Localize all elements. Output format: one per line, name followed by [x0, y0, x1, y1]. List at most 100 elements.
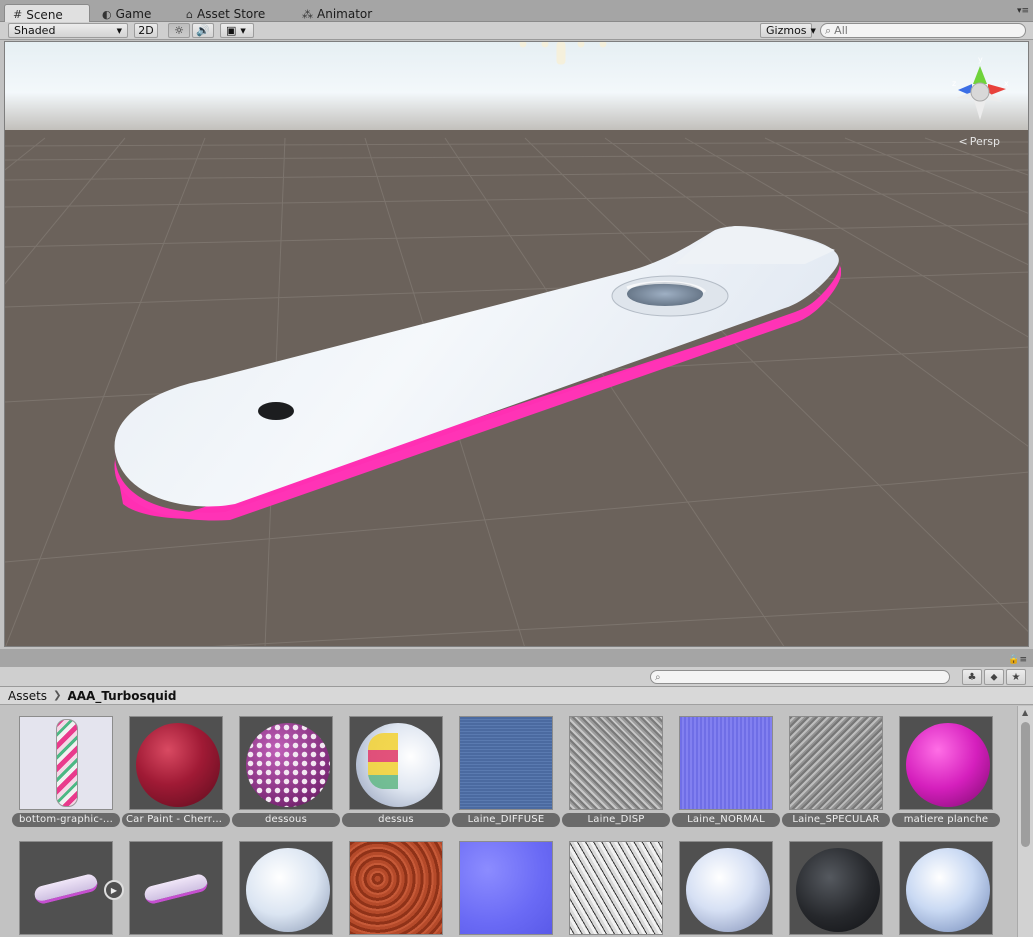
- pacman-icon: ◐: [102, 7, 112, 21]
- project-search-input[interactable]: ⌕: [650, 670, 950, 684]
- speaker-icon: 🔊: [196, 24, 210, 37]
- filter-by-type-button[interactable]: ♣: [962, 669, 982, 685]
- sun-icon: ☼: [174, 24, 184, 37]
- asset-label: Laine_DISP: [562, 813, 670, 827]
- asset-tile[interactable]: [782, 841, 890, 935]
- tab-asset-store-label: Asset Store: [196, 7, 266, 21]
- axis-y-label: y: [978, 55, 983, 64]
- chevron-down-icon: ▼: [240, 26, 246, 35]
- asset-tile[interactable]: dessous: [232, 716, 340, 827]
- asset-label: dessus: [342, 813, 450, 827]
- projection-label: Persp: [969, 135, 1000, 148]
- asset-label: Car Paint - Cherry...: [122, 813, 230, 827]
- asset-tile[interactable]: [672, 841, 780, 935]
- grid-icon: #: [13, 8, 23, 21]
- image-icon: ▣: [226, 24, 237, 37]
- tab-game[interactable]: ◐ Game: [94, 4, 159, 22]
- star-icon: ★: [1011, 671, 1021, 683]
- asset-thumbnail: [569, 716, 663, 810]
- asset-tile[interactable]: [892, 841, 1000, 935]
- filter-by-label-button[interactable]: ⬥: [984, 669, 1004, 685]
- asset-grid-scrollbar[interactable]: ▲: [1017, 706, 1033, 937]
- sky-gradient: [5, 42, 1028, 134]
- asset-thumbnail: [239, 841, 333, 935]
- asset-thumbnail: [129, 716, 223, 810]
- asset-tile[interactable]: [342, 841, 450, 935]
- search-icon: ⌕: [655, 671, 661, 683]
- asset-thumbnail: [459, 716, 553, 810]
- audio-toggle[interactable]: 🔊: [192, 23, 214, 38]
- asset-thumbnail: [679, 716, 773, 810]
- favorites-button[interactable]: ★: [1006, 669, 1026, 685]
- lighting-toggle[interactable]: ☼: [168, 23, 190, 38]
- scrollbar-thumb[interactable]: [1021, 722, 1030, 847]
- play-icon[interactable]: ▶: [104, 880, 124, 900]
- breadcrumb-assets[interactable]: Assets: [8, 689, 47, 703]
- asset-tile[interactable]: Laine_NORMAL: [672, 716, 780, 827]
- asset-tile[interactable]: Laine_DIFFUSE: [452, 716, 560, 827]
- tag-icon: ⬥: [990, 671, 998, 683]
- asset-thumbnail: [789, 841, 883, 935]
- search-icon: ⌕: [825, 23, 832, 37]
- asset-thumbnail: [349, 841, 443, 935]
- scene-search-input[interactable]: ⌕ All: [820, 23, 1026, 38]
- shading-mode-dropdown[interactable]: Shaded ▼: [8, 23, 128, 38]
- asset-tile[interactable]: [232, 841, 340, 935]
- asset-thumbnail: [569, 841, 663, 935]
- asset-label: Laine_SPECULAR: [782, 813, 890, 827]
- editor-tab-bar: # Scene ◐ Game ⌂ Asset Store ⁂ Animator …: [0, 0, 1033, 22]
- asset-tile[interactable]: [122, 841, 230, 935]
- asset-tile[interactable]: bottom-graphic-...: [12, 716, 120, 827]
- asset-thumbnail: [899, 841, 993, 935]
- tab-menu-icon[interactable]: ▾≡: [1017, 6, 1029, 16]
- tab-asset-store[interactable]: ⌂ Asset Store: [178, 4, 273, 22]
- axis-x-label: x: [1004, 79, 1009, 88]
- chevron-up-icon[interactable]: ▲: [1022, 708, 1028, 717]
- tab-game-label: Game: [115, 7, 152, 21]
- asset-thumbnail: [899, 716, 993, 810]
- tab-scene-label: Scene: [26, 7, 63, 22]
- chevron-left-icon: <: [958, 135, 968, 148]
- chevron-down-icon: ▼: [116, 26, 122, 35]
- asset-label: matiere planche: [892, 813, 1000, 827]
- asset-tile[interactable]: matiere planche: [892, 716, 1000, 827]
- asset-thumbnail: [679, 841, 773, 935]
- asset-tile[interactable]: Laine_SPECULAR: [782, 716, 890, 827]
- scene-toolbar: Shaded ▼ 2D ☼ 🔊 ▣ ▼ Gizmos ▼ ⌕ All: [0, 22, 1033, 40]
- asset-thumbnail: [349, 716, 443, 810]
- tab-animator[interactable]: ⁂ Animator: [294, 4, 380, 22]
- animator-icon: ⁂: [302, 7, 313, 21]
- tab-animator-label: Animator: [317, 7, 373, 21]
- asset-grid: bottom-graphic-... Car Paint - Cherry...…: [0, 706, 1016, 937]
- project-toolbar: ⌕ ♣ ⬥ ★: [0, 667, 1033, 687]
- asset-tile[interactable]: [452, 841, 560, 935]
- tab-scene[interactable]: # Scene: [4, 4, 90, 22]
- effects-dropdown[interactable]: ▣ ▼: [220, 23, 254, 38]
- scene-search-placeholder: All: [834, 24, 848, 37]
- chevron-right-icon: ❯: [53, 690, 62, 701]
- shading-mode-label: Shaded: [14, 24, 56, 37]
- asset-label: Laine_NORMAL: [672, 813, 780, 827]
- asset-thumbnail: [459, 841, 553, 935]
- panel-divider: 🔒≡: [0, 649, 1033, 667]
- toggle-2d-label: 2D: [138, 24, 154, 37]
- lock-icon[interactable]: 🔒≡: [1008, 655, 1027, 665]
- asset-tile[interactable]: Laine_DISP: [562, 716, 670, 827]
- asset-thumbnail: [239, 716, 333, 810]
- asset-label: bottom-graphic-...: [12, 813, 120, 827]
- axis-z-label: z: [952, 79, 956, 88]
- gizmos-dropdown[interactable]: Gizmos ▼: [760, 23, 816, 38]
- breadcrumb-current[interactable]: AAA_Turbosquid: [67, 689, 176, 703]
- asset-tile[interactable]: dessus: [342, 716, 450, 827]
- asset-label: dessous: [232, 813, 340, 827]
- breadcrumb: Assets ❯ AAA_Turbosquid: [0, 687, 1033, 705]
- asset-tile[interactable]: Car Paint - Cherry...: [122, 716, 230, 827]
- toggle-2d-button[interactable]: 2D: [134, 23, 158, 38]
- asset-label: Laine_DIFFUSE: [452, 813, 560, 827]
- projection-toggle[interactable]: < Persp: [959, 135, 1000, 148]
- asset-tile[interactable]: [562, 841, 670, 935]
- chevron-down-icon: ▼: [810, 26, 816, 35]
- scene-viewport[interactable]: y z x < Persp: [4, 41, 1029, 647]
- asset-thumbnail: [19, 841, 113, 935]
- asset-thumbnail: [129, 841, 223, 935]
